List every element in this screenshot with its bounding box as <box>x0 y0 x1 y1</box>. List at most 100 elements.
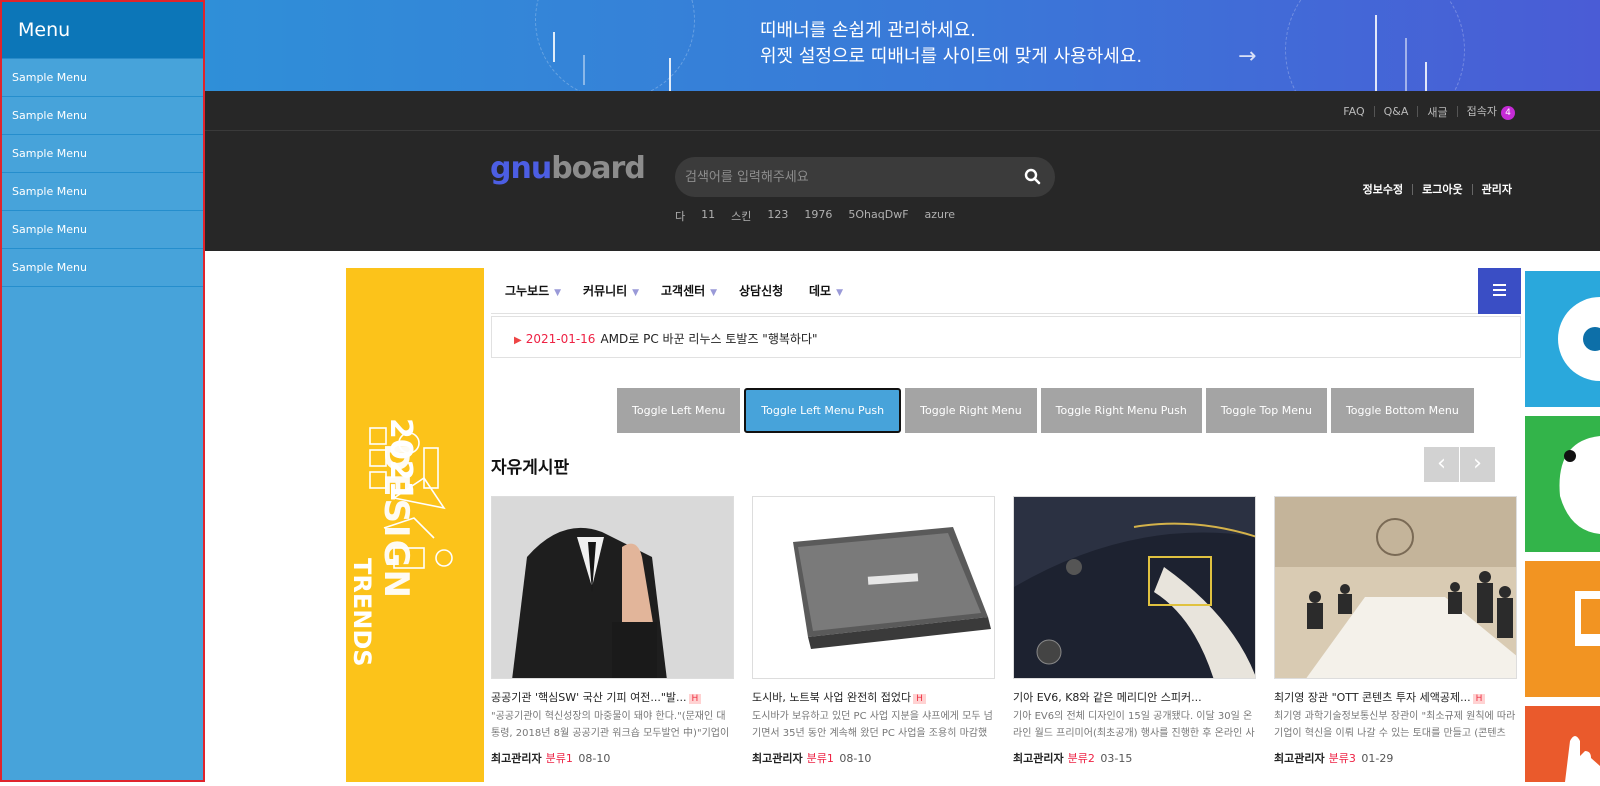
banner-decoration <box>1405 38 1407 91</box>
edit-profile-link[interactable]: 정보수정 <box>1363 181 1403 197</box>
nav-item-gnuboard[interactable]: 그누보드 ▼ <box>505 268 561 314</box>
new-posts-link[interactable]: 새글 <box>1427 104 1447 120</box>
right-banner-ad[interactable] <box>1525 271 1600 782</box>
nav-item-community[interactable]: 커뮤니티 ▼ <box>583 268 639 314</box>
hot-badge: H <box>913 694 926 704</box>
search-input[interactable] <box>685 157 1005 197</box>
banner-decoration <box>1375 15 1377 91</box>
divider <box>1471 183 1473 195</box>
banner-decoration <box>553 32 555 62</box>
logo-part-1: gnu <box>490 151 552 186</box>
banner-decoration <box>669 58 671 91</box>
hamburger-menu-icon[interactable] <box>1478 268 1521 314</box>
qa-link[interactable]: Q&A <box>1384 105 1409 118</box>
admin-link[interactable]: 관리자 <box>1482 181 1512 197</box>
popular-keyword[interactable]: 스킨 <box>731 208 751 224</box>
side-menu-item[interactable]: Sample Menu <box>2 97 203 135</box>
banner-decoration <box>1425 62 1427 91</box>
logout-link[interactable]: 로그아웃 <box>1422 181 1462 197</box>
card-thumbnail[interactable] <box>491 496 734 679</box>
card-author: 최고관리자 <box>752 752 803 765</box>
gallery-card[interactable]: 기아 EV6, K8와 같은 메리디안 스피커... 기아 EV6의 전체 디자… <box>1013 496 1256 782</box>
side-menu-item[interactable]: Sample Menu <box>2 211 203 249</box>
chevron-left-icon[interactable]: ‹ <box>1424 447 1459 482</box>
site-logo[interactable]: gnuboard <box>490 151 646 186</box>
ad-block-red <box>1525 706 1600 782</box>
side-menu-item[interactable]: Sample Menu <box>2 249 203 287</box>
nav-label: 그누보드 <box>505 284 550 298</box>
nav-label: 상담신청 <box>739 284 784 298</box>
banner-text: 띠배너를 손쉽게 관리하세요. 위젯 설정으로 띠배너를 사이트에 맞게 사용하… <box>760 18 1142 70</box>
ad-block-green <box>1525 416 1600 552</box>
chevron-down-icon: ▼ <box>554 288 562 298</box>
card-thumbnail[interactable] <box>1274 496 1517 679</box>
card-thumbnail[interactable] <box>1013 496 1256 679</box>
arrow-right-icon[interactable]: → <box>1238 44 1256 69</box>
meeting-photo <box>1275 497 1516 678</box>
triangle-right-icon: ▶ <box>514 335 522 346</box>
card-description: 최기영 과학기술정보통신부 장관이 "최소규제 원칙에 따라 기업이 혁신을 이… <box>1274 711 1516 739</box>
search-icon[interactable] <box>1023 167 1043 187</box>
popular-keyword[interactable]: 123 <box>767 208 788 224</box>
card-thumbnail[interactable] <box>752 496 995 679</box>
gallery-card[interactable]: 도시바, 노트북 사업 완전히 접었다 H 도시바가 보유하고 있던 PC 사업 … <box>752 496 995 782</box>
site-header: gnuboard 다 11 스킨 123 1976 5OhaqDwF azure… <box>205 131 1600 251</box>
popular-keyword[interactable]: 다 <box>675 208 685 224</box>
toggle-left-menu-push-button[interactable]: Toggle Left Menu Push <box>744 388 902 433</box>
toggle-right-menu-button[interactable]: Toggle Right Menu <box>905 388 1037 433</box>
visitors-label: 접속자 <box>1466 105 1497 118</box>
nav-item-support[interactable]: 고객센터 ▼ <box>661 268 717 314</box>
top-banner[interactable]: 띠배너를 손쉽게 관리하세요. 위젯 설정으로 띠배너를 사이트에 맞게 사용하… <box>205 0 1600 91</box>
ad-block-blue <box>1525 271 1600 407</box>
nav-item-consult[interactable]: 상담신청 <box>739 268 783 314</box>
hot-badge: H <box>1472 694 1486 704</box>
ad-word-design: DESIGN <box>376 443 416 600</box>
card-title[interactable]: 최기영 장관 "OTT 콘텐츠 투자 세액공제... H <box>1274 689 1517 705</box>
toggle-left-menu-button[interactable]: Toggle Left Menu <box>617 388 741 433</box>
nav-label: 데모 <box>809 284 832 298</box>
card-category[interactable]: 분류3 <box>1329 752 1356 765</box>
card-title[interactable]: 기아 EV6, K8와 같은 메리디안 스피커... <box>1013 689 1256 705</box>
board-title[interactable]: 자유게시판 <box>491 453 569 478</box>
latest-notice[interactable]: ▶ 2021-01-16 AMD로 PC 바꾼 리누스 토발즈 "행복하다" <box>491 316 1521 358</box>
side-menu-item[interactable]: Sample Menu <box>2 59 203 97</box>
notice-text: AMD로 PC 바꾼 리누스 토발즈 "행복하다" <box>600 332 818 346</box>
card-title-text: 도시바, 노트북 사업 완전히 접었다 <box>752 691 912 704</box>
visitor-count-badge: 4 <box>1501 106 1515 120</box>
card-category[interactable]: 분류1 <box>807 752 834 765</box>
card-title-text: 공공기관 '핵심SW' 국산 기피 여전..."발... <box>491 691 687 704</box>
card-title[interactable]: 도시바, 노트북 사업 완전히 접었다 H <box>752 689 995 705</box>
toggle-top-menu-button[interactable]: Toggle Top Menu <box>1205 388 1327 433</box>
hamburger-line <box>1493 284 1506 286</box>
visitors-link[interactable]: 접속자 4 <box>1467 103 1515 120</box>
card-title[interactable]: 공공기관 '핵심SW' 국산 기피 여전..."발... H <box>491 689 734 705</box>
left-banner-ad[interactable]: 2021 DESIGN TRENDS <box>346 268 484 782</box>
card-category[interactable]: 분류1 <box>546 752 573 765</box>
member-links: 정보수정 로그아웃 관리자 <box>1363 181 1512 197</box>
nav-label: 커뮤니티 <box>583 284 628 298</box>
toggle-right-menu-push-button[interactable]: Toggle Right Menu Push <box>1040 388 1202 433</box>
businessman-photo <box>492 497 733 678</box>
popular-keyword[interactable]: 11 <box>701 208 715 224</box>
car-interior-photo <box>1014 497 1255 678</box>
gallery-card[interactable]: 최기영 장관 "OTT 콘텐츠 투자 세액공제... H 최기영 과학기술정보통신… <box>1274 496 1517 782</box>
nav-label: 고객센터 <box>661 284 706 298</box>
side-menu-item[interactable]: Sample Menu <box>2 173 203 211</box>
card-author: 최고관리자 <box>1013 752 1064 765</box>
popular-keyword[interactable]: 1976 <box>804 208 832 224</box>
side-menu-item[interactable]: Sample Menu <box>2 135 203 173</box>
toggle-buttons: Toggle Left Menu Toggle Left Menu Push T… <box>617 388 1478 433</box>
nav-item-demo[interactable]: 데모 ▼ <box>809 268 843 314</box>
search-box <box>675 157 1055 197</box>
card-description: 기아 EV6의 전체 디자인이 15일 공개됐다. 이달 30일 온라인 월드 … <box>1013 711 1255 739</box>
toggle-bottom-menu-button[interactable]: Toggle Bottom Menu <box>1330 388 1474 433</box>
divider <box>1417 106 1419 117</box>
popular-keyword[interactable]: azure <box>925 208 956 224</box>
card-meta: 최고관리자 분류1 08-10 <box>752 750 871 766</box>
faq-link[interactable]: FAQ <box>1343 105 1364 118</box>
card-category[interactable]: 분류2 <box>1068 752 1095 765</box>
gallery-card[interactable]: 공공기관 '핵심SW' 국산 기피 여전..."발... H "공공기관이 혁신성… <box>491 496 734 782</box>
popular-keyword[interactable]: 5OhaqDwF <box>848 208 908 224</box>
chevron-right-icon[interactable]: › <box>1460 447 1495 482</box>
card-title-text: 기아 EV6, K8와 같은 메리디안 스피커... <box>1013 691 1202 704</box>
